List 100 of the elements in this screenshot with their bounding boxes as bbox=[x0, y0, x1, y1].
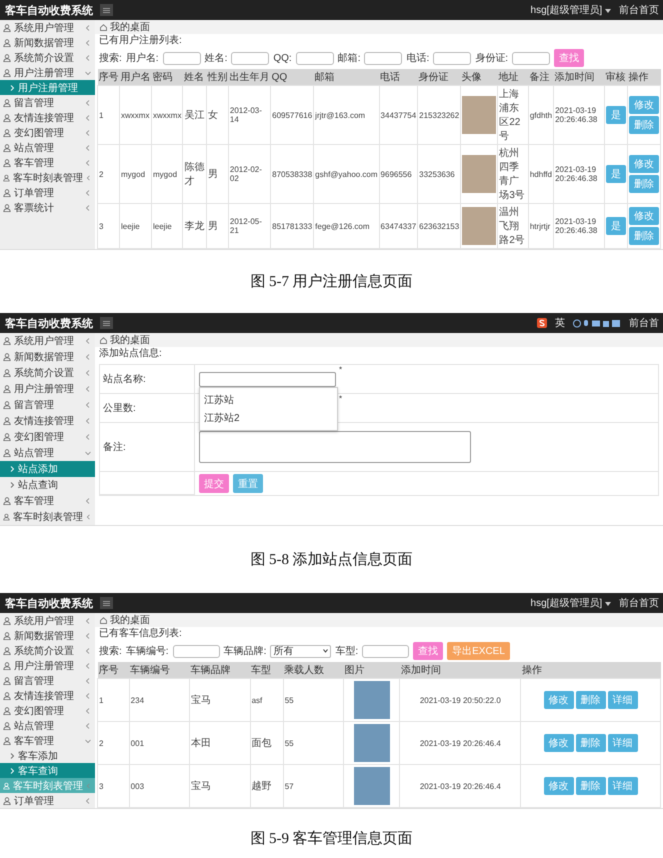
sidebar-item[interactable]: 新闻数据管理 bbox=[0, 349, 95, 365]
sidebar-item[interactable]: 客票统计 bbox=[0, 200, 95, 215]
table-cell: gfdhth bbox=[528, 86, 554, 144]
sidebar-subitem[interactable]: 客车添加 bbox=[0, 748, 95, 763]
sidebar-subitem[interactable]: 站点查询 bbox=[0, 477, 95, 493]
search-field[interactable] bbox=[364, 52, 402, 64]
table-cell: 2012-05-21 bbox=[228, 204, 271, 248]
figure-caption: 图 5-7 用户注册信息页面 bbox=[250, 272, 413, 291]
sidebar-item[interactable]: 系统用户管理 bbox=[0, 613, 95, 628]
sidebar-item[interactable]: 站点管理 bbox=[0, 445, 95, 461]
search-field[interactable] bbox=[172, 644, 220, 658]
sidebar-item[interactable]: 友情连接管理 bbox=[0, 413, 95, 429]
sidebar-item[interactable]: 新闻数据管理 bbox=[0, 628, 95, 643]
breadcrumb-link[interactable]: 我的桌面 bbox=[110, 613, 150, 627]
sidebar-item[interactable]: 系统用户管理 bbox=[0, 333, 95, 349]
sidebar-item[interactable]: 客车管理 bbox=[0, 493, 95, 509]
home-icon bbox=[100, 616, 107, 624]
table-cell: 55 bbox=[283, 722, 344, 764]
user-menu[interactable]: hsg[超级管理员] bbox=[530, 3, 611, 17]
sidebar-item[interactable]: 友情连接管理 bbox=[0, 688, 95, 703]
search-field[interactable] bbox=[433, 52, 472, 64]
ime-toolbar-icons-drawing[interactable] bbox=[573, 318, 621, 328]
column-header: 图片 bbox=[344, 662, 400, 678]
sidebar-item[interactable]: 系统简介设置 bbox=[0, 643, 95, 658]
sidebar-item[interactable]: 系统简介设置 bbox=[0, 50, 95, 65]
suggestion-item[interactable]: 江苏站2 bbox=[200, 408, 337, 426]
sidebar-item[interactable]: 用户注册管理 bbox=[0, 381, 95, 397]
photo-placeholder bbox=[462, 207, 496, 245]
table-cell: xwxxmx bbox=[152, 86, 183, 144]
column-header: 用户名 bbox=[120, 69, 152, 86]
sidebar-item[interactable]: 订单管理 bbox=[0, 185, 95, 200]
list-title: 已有用户注册列表: bbox=[98, 34, 183, 47]
caret-icon bbox=[605, 9, 611, 13]
sidebar-item[interactable]: 变幻图管理 bbox=[0, 703, 95, 718]
user-icon bbox=[3, 38, 11, 46]
sidebar-item[interactable]: 变幻图管理 bbox=[0, 429, 95, 445]
sidebar-item[interactable]: 系统简介设置 bbox=[0, 365, 95, 381]
menu-button[interactable] bbox=[100, 597, 113, 609]
table-cell: 吴江 bbox=[182, 86, 206, 144]
search-field[interactable] bbox=[362, 644, 410, 658]
home-link[interactable]: 前台首 bbox=[629, 316, 659, 330]
sidebar-item[interactable]: 系统用户管理 bbox=[0, 20, 95, 35]
table-cell: 33253636 bbox=[418, 144, 461, 204]
menu-button[interactable] bbox=[100, 317, 113, 329]
search-field[interactable] bbox=[512, 52, 550, 64]
required-mark: * bbox=[339, 394, 342, 403]
sidebar-item[interactable]: 留言管理 bbox=[0, 397, 95, 413]
sidebar-item[interactable]: 客车时刻表管理 bbox=[0, 509, 95, 525]
sidebar-item[interactable]: 客车管理 bbox=[0, 155, 95, 170]
table-cell: 2021-03-19 20:26:46.4 bbox=[400, 764, 521, 808]
sidebar-item[interactable]: 变幻图管理 bbox=[0, 125, 95, 140]
sidebar-item[interactable]: 站点管理 bbox=[0, 140, 95, 155]
user-icon bbox=[3, 722, 11, 730]
sidebar-item[interactable]: 友情连接管理 bbox=[0, 110, 95, 125]
user-menu[interactable]: hsg[超级管理员] bbox=[530, 596, 611, 610]
home-icon bbox=[100, 24, 107, 30]
sidebar-subitem[interactable]: 客车查询 bbox=[0, 763, 95, 778]
table-cell: 温州飞翔路2号 bbox=[498, 204, 528, 248]
table-cell: 2021-03-19 20:26:46.38 bbox=[554, 144, 604, 204]
sidebar-subitem[interactable]: 站点添加 bbox=[0, 461, 95, 477]
sidebar-item[interactable]: 留言管理 bbox=[0, 673, 95, 688]
sidebar-item[interactable]: 新闻数据管理 bbox=[0, 35, 95, 50]
breadcrumb-link[interactable]: 我的桌面 bbox=[110, 20, 150, 34]
menu-button[interactable] bbox=[100, 4, 113, 16]
table-cell: 陈德才 bbox=[182, 144, 206, 204]
sidebar-item[interactable]: 站点管理 bbox=[0, 718, 95, 733]
ime-language-label[interactable]: 英 bbox=[555, 316, 565, 330]
remark-field[interactable] bbox=[199, 431, 471, 463]
sidebar-item[interactable]: 留言管理 bbox=[0, 95, 95, 110]
table-cell: 1 bbox=[98, 86, 120, 144]
user-icon bbox=[3, 632, 11, 640]
app-title: 客车自动收费系统 bbox=[4, 316, 94, 330]
table-cell: hdhffd bbox=[528, 144, 554, 204]
sidebar-item[interactable]: 客车管理 bbox=[0, 733, 95, 748]
caret-icon bbox=[605, 602, 611, 606]
search-field[interactable] bbox=[162, 52, 201, 64]
table-cell: htrjrtjr bbox=[528, 204, 554, 248]
home-link[interactable]: 前台首页 bbox=[619, 3, 659, 17]
input-field[interactable] bbox=[199, 372, 336, 386]
search-field[interactable] bbox=[231, 52, 270, 64]
table-cell: jrjtr@163.com bbox=[314, 86, 380, 144]
brand-select[interactable]: 所有 bbox=[270, 644, 332, 658]
sidebar-item[interactable]: 用户注册管理 bbox=[0, 65, 95, 80]
field-label: 用户名: bbox=[126, 52, 159, 65]
chevron-right-icon bbox=[10, 768, 15, 774]
sidebar-item[interactable]: 订单管理 bbox=[0, 793, 95, 808]
form-title: 添加站点信息: bbox=[98, 347, 163, 360]
breadcrumb-link[interactable]: 我的桌面 bbox=[110, 333, 150, 347]
field-label: QQ: bbox=[273, 52, 292, 64]
field-label: 邮箱: bbox=[338, 52, 360, 65]
home-link[interactable]: 前台首页 bbox=[619, 596, 659, 610]
column-header: 添加时间 bbox=[554, 69, 604, 86]
field-label: 电话: bbox=[406, 52, 430, 65]
sidebar-item[interactable]: 用户注册管理 bbox=[0, 658, 95, 673]
sidebar-subitem[interactable]: 用户注册管理 bbox=[0, 80, 95, 95]
user-icon bbox=[3, 174, 10, 182]
user-icon bbox=[3, 676, 11, 684]
sidebar-item[interactable]: 客车时刻表管理 bbox=[0, 170, 95, 185]
suggestion-item[interactable]: 江苏站 bbox=[200, 390, 337, 408]
search-field[interactable] bbox=[296, 52, 334, 64]
